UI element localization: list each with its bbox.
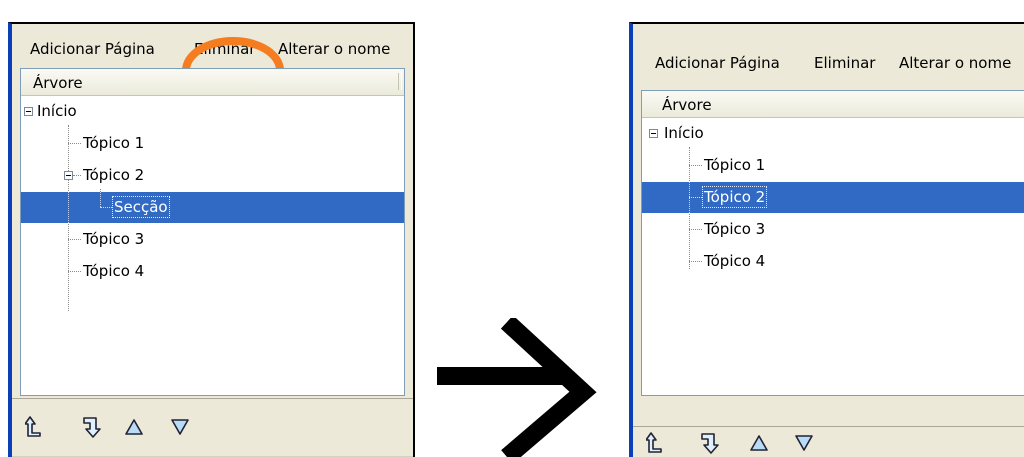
menu-delete[interactable]: Eliminar: [814, 54, 875, 72]
tree-node-topico-3[interactable]: Tópico 3: [21, 224, 404, 255]
tree-line: [73, 175, 81, 176]
tree-node-topico-2[interactable]: Tópico 2: [642, 182, 1024, 213]
tree-line: [100, 207, 112, 208]
collapse-icon[interactable]: [24, 107, 33, 116]
collapse-icon[interactable]: [64, 171, 73, 180]
tree-line: [68, 143, 81, 144]
tree-line: [68, 192, 69, 223]
tree-toolbar: [633, 426, 1024, 457]
tree-node-topico-4[interactable]: Tópico 4: [21, 256, 404, 287]
collapse-icon[interactable]: [649, 129, 658, 138]
move-up-icon[interactable]: [120, 413, 148, 441]
move-down-icon[interactable]: [790, 429, 818, 457]
tree-toolbar: [12, 398, 413, 457]
tree-node-label: Tópico 2: [83, 166, 145, 184]
tree-node-topico-4[interactable]: Tópico 4: [642, 246, 1024, 277]
tree-line: [68, 239, 81, 240]
editor-panel-after: Adicionar Página Eliminar Alterar o nome…: [629, 22, 1024, 457]
header-divider: [398, 73, 402, 90]
menu-rename[interactable]: Alterar o nome: [899, 54, 1011, 72]
tree-node-label: Tópico 3: [83, 230, 145, 248]
tree-line: [689, 229, 702, 230]
page-tree[interactable]: Árvore Início Tópico 1 Tópico 2 Secção T: [20, 68, 405, 396]
tree-node-label: Tópico 2: [701, 186, 768, 208]
tree-header-label: Árvore: [662, 96, 712, 114]
tree-node-topico-1[interactable]: Tópico 1: [642, 150, 1024, 181]
tree-node-topico-2[interactable]: Tópico 2: [21, 160, 404, 191]
tree-node-label: Início: [664, 124, 704, 142]
tree-node-topico-1[interactable]: Tópico 1: [21, 128, 404, 159]
promote-icon[interactable]: [22, 413, 50, 441]
page-tree[interactable]: Árvore Início Tópico 1 Tópico 2 Tópico 3…: [641, 90, 1024, 396]
tree-line: [689, 197, 702, 198]
tree-node-label: Tópico 4: [704, 252, 766, 270]
tree-node-topico-3[interactable]: Tópico 3: [642, 214, 1024, 245]
tree-header-label: Árvore: [33, 74, 83, 92]
menu-add-page[interactable]: Adicionar Página: [30, 40, 155, 58]
menu-bar: Adicionar Página Eliminar Alterar o nome: [12, 24, 413, 60]
tree-line: [68, 271, 81, 272]
menu-bar: Adicionar Página Eliminar Alterar o nome: [633, 24, 1024, 72]
tree-node-seccao[interactable]: Secção: [21, 192, 404, 223]
tree-line: [100, 192, 101, 207]
tree-node-label: Tópico 1: [704, 156, 766, 174]
demote-icon[interactable]: [79, 413, 107, 441]
tree-node-label: Secção: [112, 196, 170, 218]
menu-delete[interactable]: Eliminar: [194, 40, 255, 58]
tree-line: [689, 261, 702, 262]
editor-panel-before: Adicionar Página Eliminar Alterar o nome…: [8, 22, 415, 457]
tree-node-label: Tópico 4: [83, 262, 145, 280]
arrow-right-icon: [437, 318, 597, 457]
promote-icon[interactable]: [643, 429, 671, 457]
tree-node-inicio[interactable]: Início: [642, 118, 1024, 149]
tree-column-header[interactable]: Árvore: [21, 69, 404, 96]
menu-add-page[interactable]: Adicionar Página: [655, 54, 780, 72]
move-up-icon[interactable]: [745, 429, 773, 457]
tree-node-label: Tópico 1: [83, 134, 145, 152]
tree-column-header[interactable]: Árvore: [642, 91, 1024, 118]
demote-icon[interactable]: [697, 429, 725, 457]
tree-node-label: Início: [37, 102, 77, 120]
tree-line: [689, 165, 702, 166]
move-down-icon[interactable]: [166, 413, 194, 441]
menu-rename[interactable]: Alterar o nome: [278, 40, 390, 58]
tree-node-label: Tópico 3: [704, 220, 766, 238]
tree-node-inicio[interactable]: Início: [21, 96, 404, 127]
